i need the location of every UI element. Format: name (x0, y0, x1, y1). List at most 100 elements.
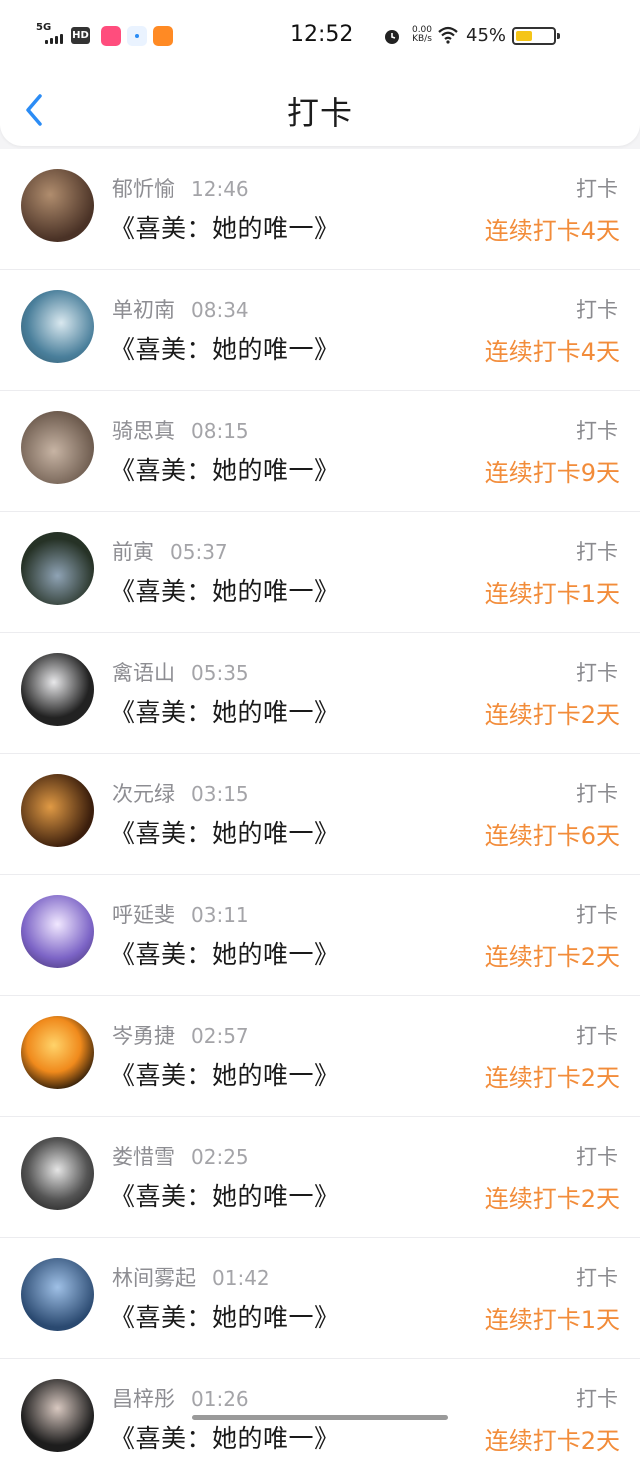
streak-text: 连续打卡2天 (484, 943, 620, 971)
net-speed-unit: KB/s (412, 34, 432, 44)
user-name[interactable]: 岑勇捷 (112, 1024, 175, 1048)
user-name[interactable]: 单初南 (112, 298, 175, 322)
battery-icon (512, 27, 560, 45)
streak-text: 连续打卡2天 (484, 1427, 620, 1455)
checkin-row[interactable]: 单初南 08:34 《喜美：她的唯一》 打卡连续打卡4天 (0, 269, 640, 390)
checkin-label: 打卡 (576, 298, 618, 322)
user-name-line: 岑勇捷 02:57 (112, 1020, 249, 1050)
page-title: 打卡 (286, 94, 353, 132)
checkin-label: 打卡 (576, 1266, 618, 1290)
checkin-label: 打卡 (576, 1024, 618, 1048)
user-name-line: 骑思真 08:15 (112, 415, 249, 445)
book-title[interactable]: 《喜美：她的唯一》 (110, 693, 340, 729)
book-title[interactable]: 《喜美：她的唯一》 (110, 451, 340, 487)
checkin-label: 打卡 (576, 1145, 618, 1169)
streak-text: 连续打卡1天 (484, 580, 620, 608)
compass-icon (127, 26, 147, 46)
user-name-line: 郁忻愉 12:46 (112, 173, 249, 203)
avatar[interactable] (21, 1137, 94, 1210)
checkin-time: 02:57 (191, 1024, 249, 1048)
user-name[interactable]: 前寅 (112, 540, 154, 564)
book-title[interactable]: 《喜美：她的唯一》 (110, 209, 340, 245)
checkin-label: 打卡 (576, 661, 618, 685)
status-time: 12:52 (290, 22, 354, 47)
book-title[interactable]: 《喜美：她的唯一》 (110, 572, 340, 608)
battery-percent: 45% (466, 25, 507, 46)
header-bar: 5G HD 12:52 0.00 KB/s 45% 打卡 (0, 0, 640, 146)
streak-text: 连续打卡1天 (484, 1306, 620, 1334)
checkin-time: 03:11 (191, 903, 249, 927)
streak-text: 连续打卡2天 (484, 701, 620, 729)
book-title[interactable]: 《喜美：她的唯一》 (110, 935, 340, 971)
checkin-time: 05:35 (191, 661, 249, 685)
checkin-time: 01:42 (212, 1266, 270, 1290)
lola-icon (101, 26, 121, 46)
cellular-signal-icon: 5G (36, 22, 66, 46)
avatar[interactable] (21, 1379, 94, 1452)
user-name-line: 前寅 05:37 (112, 536, 228, 566)
avatar[interactable] (21, 411, 94, 484)
user-name-line: 单初南 08:34 (112, 294, 249, 324)
user-name-line: 林间雾起 01:42 (112, 1262, 270, 1292)
user-name[interactable]: 呼延斐 (112, 903, 175, 927)
alarm-icon (385, 30, 399, 44)
avatar[interactable] (21, 169, 94, 242)
user-name[interactable]: 林间雾起 (112, 1266, 196, 1290)
checkin-list: 郁忻愉 12:46 《喜美：她的唯一》 打卡 连续打卡4天 单初南 08:34 《喜美：她的唯… (0, 149, 640, 1479)
home-indicator[interactable] (192, 1415, 448, 1420)
user-name[interactable]: 骑思真 (112, 419, 175, 443)
app-icon (153, 26, 173, 46)
user-name[interactable]: 禽语山 (112, 661, 175, 685)
streak-text: 连续打卡4天 (484, 338, 620, 366)
checkin-row[interactable]: 岑勇捷 02:57 《喜美：她的唯一》 打卡连续打卡2天 (0, 995, 640, 1116)
hd-badge: HD (71, 27, 90, 44)
checkin-label: 打卡 (576, 419, 618, 443)
streak-text: 连续打卡6天 (484, 822, 620, 850)
book-title[interactable]: 《喜美：她的唯一》 (110, 1419, 340, 1455)
checkin-row[interactable]: 呼延斐 03:11 《喜美：她的唯一》 打卡连续打卡2天 (0, 874, 640, 995)
checkin-row[interactable]: 娄惜雪 02:25 《喜美：她的唯一》 打卡连续打卡2天 (0, 1116, 640, 1237)
avatar[interactable] (21, 290, 94, 363)
user-name-line: 呼延斐 03:11 (112, 899, 249, 929)
checkin-label: 打卡 (576, 1387, 618, 1411)
checkin-time: 02:25 (191, 1145, 249, 1169)
user-name[interactable]: 郁忻愉 (112, 177, 175, 201)
streak-text: 连续打卡2天 (484, 1064, 620, 1092)
streak-text: 连续打卡4天 (484, 217, 620, 245)
checkin-label: 打卡 (576, 903, 618, 927)
checkin-row[interactable]: 郁忻愉 12:46 《喜美：她的唯一》 打卡连续打卡4天 (0, 149, 640, 269)
avatar[interactable] (21, 1258, 94, 1331)
avatar[interactable] (21, 1016, 94, 1089)
net-speed: 0.00 KB/s (410, 26, 434, 44)
avatar[interactable] (21, 653, 94, 726)
streak-text: 连续打卡2天 (484, 1185, 620, 1213)
user-name[interactable]: 娄惜雪 (112, 1145, 175, 1169)
user-name-line: 禽语山 05:35 (112, 657, 249, 687)
book-title[interactable]: 《喜美：她的唯一》 (110, 1298, 340, 1334)
checkin-row[interactable]: 禽语山 05:35 《喜美：她的唯一》 打卡连续打卡2天 (0, 632, 640, 753)
checkin-label: 打卡 (576, 540, 618, 564)
user-name[interactable]: 次元绿 (112, 782, 175, 806)
checkin-time: 12:46 (191, 177, 249, 201)
checkin-time: 01:26 (191, 1387, 249, 1411)
checkin-time: 08:34 (191, 298, 249, 322)
book-title[interactable]: 《喜美：她的唯一》 (110, 814, 340, 850)
user-name[interactable]: 昌梓彤 (112, 1387, 175, 1411)
streak-text: 连续打卡9天 (484, 459, 620, 487)
checkin-row[interactable]: 骑思真 08:15 《喜美：她的唯一》 打卡连续打卡9天 (0, 390, 640, 511)
book-title[interactable]: 《喜美：她的唯一》 (110, 1056, 340, 1092)
book-title[interactable]: 《喜美：她的唯一》 (110, 330, 340, 366)
avatar[interactable] (21, 774, 94, 847)
checkin-row[interactable]: 次元绿 03:15 《喜美：她的唯一》 打卡 连续打卡6天 (0, 753, 640, 874)
network-type: 5G (36, 22, 52, 33)
checkin-label: 打卡 (576, 177, 618, 201)
avatar[interactable] (21, 895, 94, 968)
user-name-line: 娄惜雪 02:25 (112, 1141, 249, 1171)
battery-fill (516, 31, 532, 41)
user-name-line: 次元绿 03:15 (112, 778, 249, 808)
checkin-row[interactable]: 前寅 05:37 《喜美：她的唯一》 打卡连续打卡1天 (0, 511, 640, 632)
avatar[interactable] (21, 532, 94, 605)
book-title[interactable]: 《喜美：她的唯一》 (110, 1177, 340, 1213)
checkin-row[interactable]: 林间雾起 01:42 《喜美：她的唯一》 打卡连续打卡1天 (0, 1237, 640, 1358)
user-name-line: 昌梓彤 01:26 (112, 1383, 249, 1413)
